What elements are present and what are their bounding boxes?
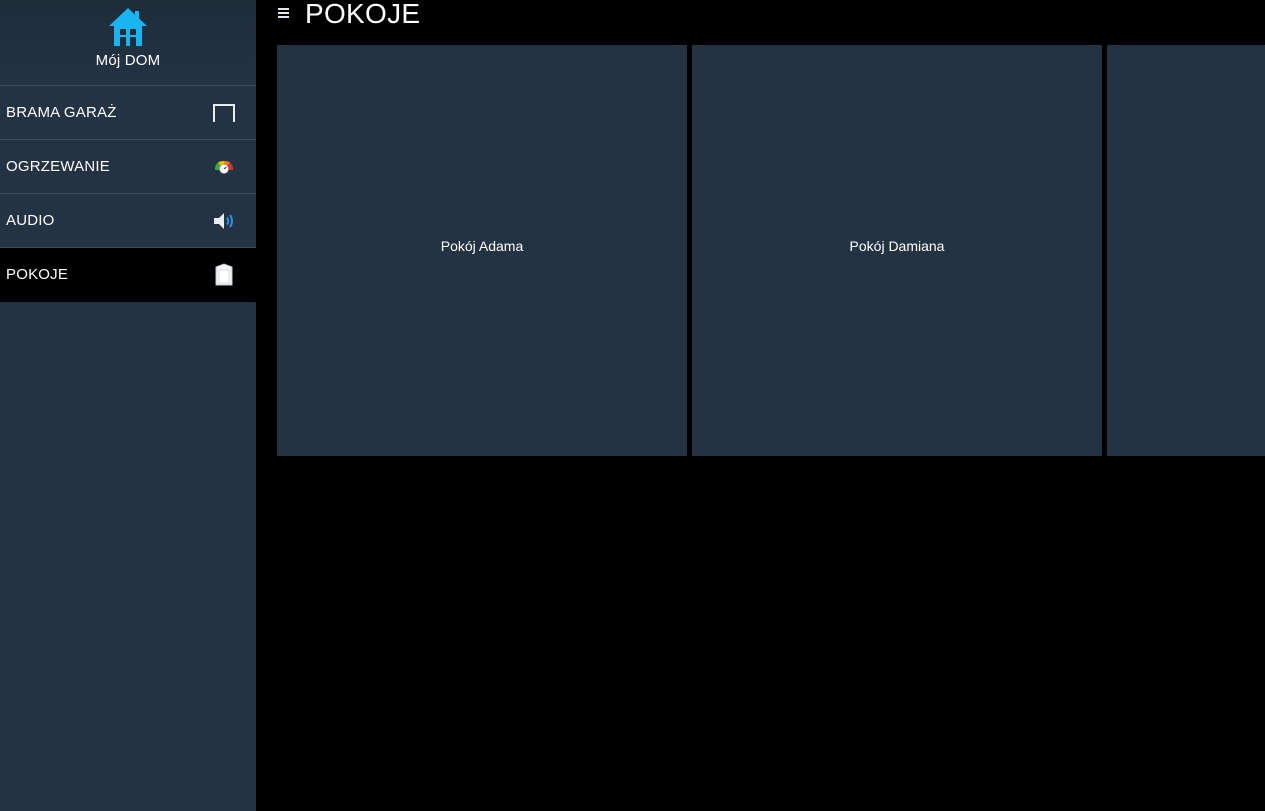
sidebar-item-label: AUDIO xyxy=(6,212,55,229)
house-icon xyxy=(109,8,147,46)
door-icon xyxy=(212,262,236,287)
room-tile-adam[interactable]: Pokój Adama xyxy=(277,45,687,456)
brand-header[interactable]: Mój DOM xyxy=(0,0,256,86)
page-title: POKOJE xyxy=(305,0,421,29)
sidebar-item-rooms[interactable]: POKOJE xyxy=(0,248,256,302)
sidebar-item-label: OGRZEWANIE xyxy=(6,158,110,175)
sidebar-menu: BRAMA GARAŻ OGRZEWANIE AUDIO POKOJE xyxy=(0,86,256,302)
room-tile-partial[interactable] xyxy=(1107,45,1265,456)
room-tile-damian[interactable]: Pokój Damiana xyxy=(692,45,1102,456)
brand-title: Mój DOM xyxy=(95,52,161,69)
garage-door-icon xyxy=(212,101,236,125)
speaker-icon xyxy=(212,209,236,233)
sidebar-item-audio[interactable]: AUDIO xyxy=(0,194,256,248)
sidebar-item-garage-gate[interactable]: BRAMA GARAŻ xyxy=(0,86,256,140)
thermostat-gauge-icon xyxy=(212,155,236,179)
sidebar-item-label: BRAMA GARAŻ xyxy=(6,104,117,121)
sidebar-item-label: POKOJE xyxy=(6,266,69,283)
sidebar: Mój DOM BRAMA GARAŻ OGRZEWANIE AUDIO POK… xyxy=(0,0,256,811)
hamburger-menu-icon[interactable] xyxy=(278,6,292,20)
sidebar-item-heating[interactable]: OGRZEWANIE xyxy=(0,140,256,194)
room-tile-label: Pokój Damiana xyxy=(849,237,945,254)
app-root: Mój DOM BRAMA GARAŻ OGRZEWANIE AUDIO POK… xyxy=(0,0,1265,811)
room-tile-label: Pokój Adama xyxy=(440,237,524,254)
